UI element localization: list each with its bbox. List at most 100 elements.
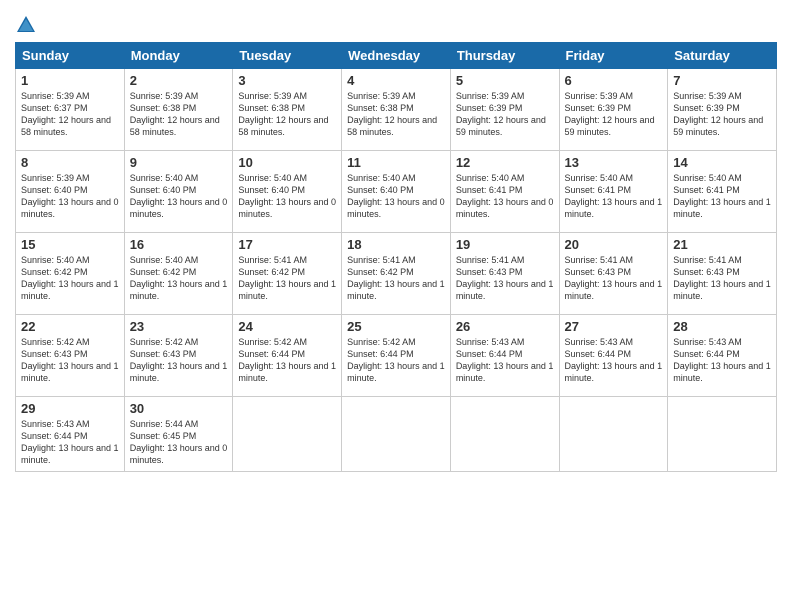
calendar: SundayMondayTuesdayWednesdayThursdayFrid… [15,42,777,472]
weekday-header-monday: Monday [124,43,233,69]
calendar-cell: 17 Sunrise: 5:41 AM Sunset: 6:42 PM Dayl… [233,233,342,315]
day-info: Sunrise: 5:40 AM Sunset: 6:41 PM Dayligh… [673,172,771,221]
calendar-week-2: 8 Sunrise: 5:39 AM Sunset: 6:40 PM Dayli… [16,151,777,233]
calendar-cell: 19 Sunrise: 5:41 AM Sunset: 6:43 PM Dayl… [450,233,559,315]
weekday-header-friday: Friday [559,43,668,69]
calendar-cell [559,397,668,472]
calendar-cell: 23 Sunrise: 5:42 AM Sunset: 6:43 PM Dayl… [124,315,233,397]
day-number: 8 [21,155,119,170]
calendar-cell: 20 Sunrise: 5:41 AM Sunset: 6:43 PM Dayl… [559,233,668,315]
day-number: 28 [673,319,771,334]
weekday-header-saturday: Saturday [668,43,777,69]
day-number: 12 [456,155,554,170]
day-info: Sunrise: 5:42 AM Sunset: 6:43 PM Dayligh… [130,336,228,385]
day-info: Sunrise: 5:43 AM Sunset: 6:44 PM Dayligh… [456,336,554,385]
calendar-cell: 16 Sunrise: 5:40 AM Sunset: 6:42 PM Dayl… [124,233,233,315]
calendar-cell: 4 Sunrise: 5:39 AM Sunset: 6:38 PM Dayli… [342,69,451,151]
calendar-cell [450,397,559,472]
calendar-cell: 27 Sunrise: 5:43 AM Sunset: 6:44 PM Dayl… [559,315,668,397]
day-info: Sunrise: 5:40 AM Sunset: 6:41 PM Dayligh… [565,172,663,221]
calendar-cell: 26 Sunrise: 5:43 AM Sunset: 6:44 PM Dayl… [450,315,559,397]
calendar-cell: 6 Sunrise: 5:39 AM Sunset: 6:39 PM Dayli… [559,69,668,151]
calendar-cell: 2 Sunrise: 5:39 AM Sunset: 6:38 PM Dayli… [124,69,233,151]
day-number: 20 [565,237,663,252]
calendar-cell: 21 Sunrise: 5:41 AM Sunset: 6:43 PM Dayl… [668,233,777,315]
day-number: 3 [238,73,336,88]
calendar-cell: 18 Sunrise: 5:41 AM Sunset: 6:42 PM Dayl… [342,233,451,315]
day-number: 1 [21,73,119,88]
day-info: Sunrise: 5:39 AM Sunset: 6:40 PM Dayligh… [21,172,119,221]
day-number: 21 [673,237,771,252]
calendar-cell: 13 Sunrise: 5:40 AM Sunset: 6:41 PM Dayl… [559,151,668,233]
day-number: 6 [565,73,663,88]
day-number: 14 [673,155,771,170]
weekday-header-row: SundayMondayTuesdayWednesdayThursdayFrid… [16,43,777,69]
day-info: Sunrise: 5:42 AM Sunset: 6:43 PM Dayligh… [21,336,119,385]
day-info: Sunrise: 5:41 AM Sunset: 6:43 PM Dayligh… [565,254,663,303]
day-info: Sunrise: 5:39 AM Sunset: 6:38 PM Dayligh… [347,90,445,139]
day-number: 15 [21,237,119,252]
day-number: 9 [130,155,228,170]
calendar-cell [233,397,342,472]
calendar-cell: 28 Sunrise: 5:43 AM Sunset: 6:44 PM Dayl… [668,315,777,397]
logo [15,14,39,36]
day-number: 18 [347,237,445,252]
weekday-header-tuesday: Tuesday [233,43,342,69]
day-info: Sunrise: 5:40 AM Sunset: 6:42 PM Dayligh… [21,254,119,303]
day-number: 23 [130,319,228,334]
weekday-header-thursday: Thursday [450,43,559,69]
day-info: Sunrise: 5:41 AM Sunset: 6:43 PM Dayligh… [456,254,554,303]
day-info: Sunrise: 5:39 AM Sunset: 6:39 PM Dayligh… [565,90,663,139]
day-number: 7 [673,73,771,88]
page: SundayMondayTuesdayWednesdayThursdayFrid… [0,0,792,612]
weekday-header-wednesday: Wednesday [342,43,451,69]
calendar-cell: 22 Sunrise: 5:42 AM Sunset: 6:43 PM Dayl… [16,315,125,397]
calendar-cell: 29 Sunrise: 5:43 AM Sunset: 6:44 PM Dayl… [16,397,125,472]
day-number: 11 [347,155,445,170]
day-number: 26 [456,319,554,334]
day-number: 30 [130,401,228,416]
day-info: Sunrise: 5:43 AM Sunset: 6:44 PM Dayligh… [21,418,119,467]
day-info: Sunrise: 5:39 AM Sunset: 6:38 PM Dayligh… [130,90,228,139]
day-info: Sunrise: 5:40 AM Sunset: 6:42 PM Dayligh… [130,254,228,303]
day-info: Sunrise: 5:39 AM Sunset: 6:39 PM Dayligh… [456,90,554,139]
calendar-cell: 15 Sunrise: 5:40 AM Sunset: 6:42 PM Dayl… [16,233,125,315]
day-number: 16 [130,237,228,252]
calendar-cell: 30 Sunrise: 5:44 AM Sunset: 6:45 PM Dayl… [124,397,233,472]
day-info: Sunrise: 5:43 AM Sunset: 6:44 PM Dayligh… [673,336,771,385]
weekday-header-sunday: Sunday [16,43,125,69]
day-info: Sunrise: 5:44 AM Sunset: 6:45 PM Dayligh… [130,418,228,467]
calendar-cell: 11 Sunrise: 5:40 AM Sunset: 6:40 PM Dayl… [342,151,451,233]
day-info: Sunrise: 5:39 AM Sunset: 6:37 PM Dayligh… [21,90,119,139]
calendar-cell: 5 Sunrise: 5:39 AM Sunset: 6:39 PM Dayli… [450,69,559,151]
calendar-week-5: 29 Sunrise: 5:43 AM Sunset: 6:44 PM Dayl… [16,397,777,472]
calendar-cell: 24 Sunrise: 5:42 AM Sunset: 6:44 PM Dayl… [233,315,342,397]
day-number: 4 [347,73,445,88]
day-number: 27 [565,319,663,334]
day-info: Sunrise: 5:41 AM Sunset: 6:42 PM Dayligh… [347,254,445,303]
calendar-cell: 1 Sunrise: 5:39 AM Sunset: 6:37 PM Dayli… [16,69,125,151]
day-number: 2 [130,73,228,88]
calendar-cell: 3 Sunrise: 5:39 AM Sunset: 6:38 PM Dayli… [233,69,342,151]
day-number: 29 [21,401,119,416]
day-number: 19 [456,237,554,252]
day-number: 22 [21,319,119,334]
day-info: Sunrise: 5:41 AM Sunset: 6:42 PM Dayligh… [238,254,336,303]
day-info: Sunrise: 5:40 AM Sunset: 6:40 PM Dayligh… [238,172,336,221]
calendar-cell: 12 Sunrise: 5:40 AM Sunset: 6:41 PM Dayl… [450,151,559,233]
calendar-cell: 10 Sunrise: 5:40 AM Sunset: 6:40 PM Dayl… [233,151,342,233]
day-info: Sunrise: 5:43 AM Sunset: 6:44 PM Dayligh… [565,336,663,385]
day-number: 24 [238,319,336,334]
day-number: 17 [238,237,336,252]
day-info: Sunrise: 5:42 AM Sunset: 6:44 PM Dayligh… [238,336,336,385]
calendar-cell: 25 Sunrise: 5:42 AM Sunset: 6:44 PM Dayl… [342,315,451,397]
calendar-week-3: 15 Sunrise: 5:40 AM Sunset: 6:42 PM Dayl… [16,233,777,315]
day-info: Sunrise: 5:41 AM Sunset: 6:43 PM Dayligh… [673,254,771,303]
header [15,10,777,36]
day-info: Sunrise: 5:39 AM Sunset: 6:39 PM Dayligh… [673,90,771,139]
logo-icon [15,14,37,36]
calendar-cell [668,397,777,472]
day-info: Sunrise: 5:40 AM Sunset: 6:40 PM Dayligh… [130,172,228,221]
calendar-week-1: 1 Sunrise: 5:39 AM Sunset: 6:37 PM Dayli… [16,69,777,151]
day-info: Sunrise: 5:42 AM Sunset: 6:44 PM Dayligh… [347,336,445,385]
